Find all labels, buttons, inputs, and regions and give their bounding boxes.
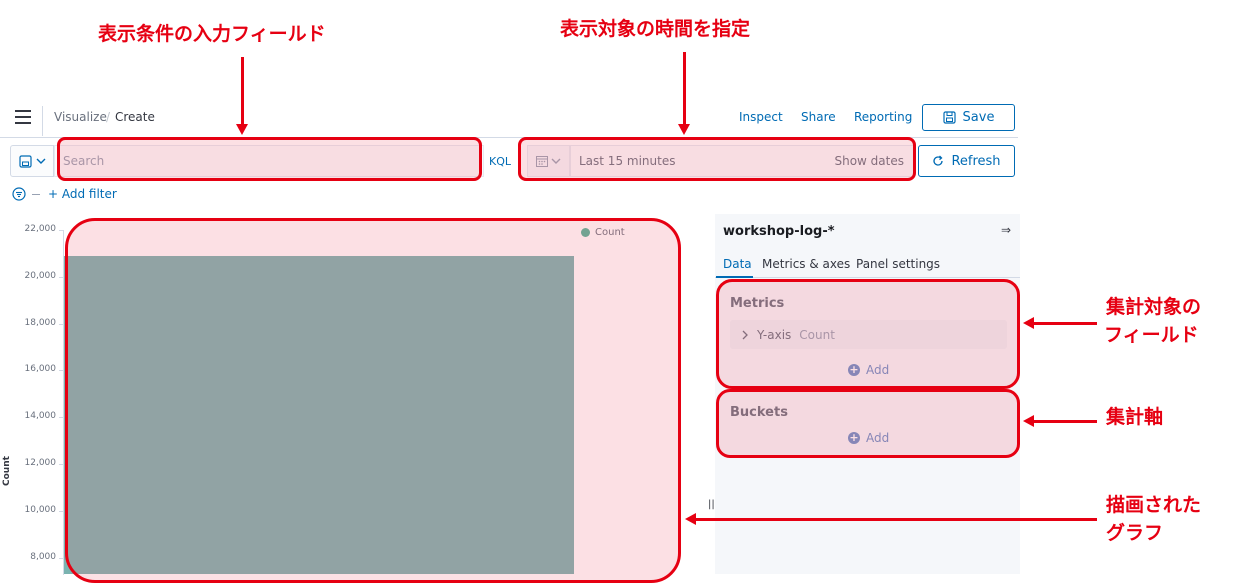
save-icon: [942, 111, 956, 124]
tab-panel-settings[interactable]: Panel settings: [856, 257, 940, 271]
annotation-metrics-line2: フィールド: [1104, 324, 1199, 346]
annotation-graph-line1: 描画された: [1106, 494, 1202, 516]
collapse-sidebar-icon[interactable]: ⇒: [1001, 223, 1011, 237]
y-axis-title: Count: [2, 456, 12, 486]
annotation-time-range: 表示対象の時間を指定: [560, 18, 751, 40]
time-range-highlight: [518, 137, 916, 181]
breadcrumb-separator: /: [106, 110, 111, 124]
panel-resize-handle[interactable]: ||: [708, 499, 715, 510]
tab-metrics-axes[interactable]: Metrics & axes: [762, 257, 850, 271]
filter-icon[interactable]: [12, 187, 26, 201]
chevron-down-icon: [36, 158, 45, 164]
y-tick-label: 12,000: [24, 458, 57, 468]
graph-highlight: [65, 218, 681, 583]
annotation-graph-line2: グラフ: [1106, 522, 1164, 544]
save-label: Save: [962, 110, 995, 125]
y-tick-label: 18,000: [24, 317, 57, 328]
annotation-arrow-metrics: [1023, 317, 1097, 329]
saved-query-button[interactable]: [10, 145, 54, 177]
y-tick-label: 14,000: [24, 411, 57, 422]
buckets-highlight: [716, 389, 1020, 458]
saved-query-icon: [18, 154, 32, 168]
query-language-button[interactable]: KQL: [484, 145, 516, 177]
breadcrumb-visualize[interactable]: Visualize: [54, 110, 107, 124]
save-button[interactable]: Save: [922, 104, 1015, 131]
index-pattern-title: workshop-log-*: [723, 224, 835, 239]
annotation-arrow-graph: [685, 513, 1097, 525]
annotation-arrow-buckets: [1023, 415, 1097, 427]
inspect-link[interactable]: Inspect: [739, 110, 783, 124]
active-tab-indicator: [716, 276, 753, 278]
refresh-label: Refresh: [951, 153, 1001, 169]
annotation-arrow-query: [236, 57, 248, 135]
metrics-highlight: [716, 279, 1020, 389]
filter-divider: [32, 194, 40, 195]
y-tick-label: 22,000: [24, 224, 57, 234]
add-filter-button[interactable]: + Add filter: [48, 187, 117, 201]
annotation-arrow-time: [678, 52, 690, 135]
annotation-query-field: 表示条件の入力フィールド: [98, 23, 326, 45]
annotation-buckets: 集計軸: [1106, 406, 1164, 428]
refresh-icon: [933, 155, 944, 166]
y-tick-label: 8,000: [30, 551, 56, 562]
menu-icon[interactable]: [15, 110, 31, 124]
tab-data[interactable]: Data: [723, 257, 752, 271]
breadcrumb-current: Create: [115, 110, 155, 124]
query-field-highlight: [57, 137, 482, 181]
annotation-metrics-line1: 集計対象の: [1106, 296, 1202, 318]
y-tick-label: 20,000: [24, 270, 57, 281]
y-tick-label: 10,000: [24, 504, 57, 515]
header-divider: [42, 106, 43, 136]
y-tick-label: 16,000: [24, 364, 57, 375]
reporting-link[interactable]: Reporting: [854, 110, 912, 124]
refresh-button[interactable]: Refresh: [918, 145, 1015, 177]
share-link[interactable]: Share: [801, 110, 836, 124]
